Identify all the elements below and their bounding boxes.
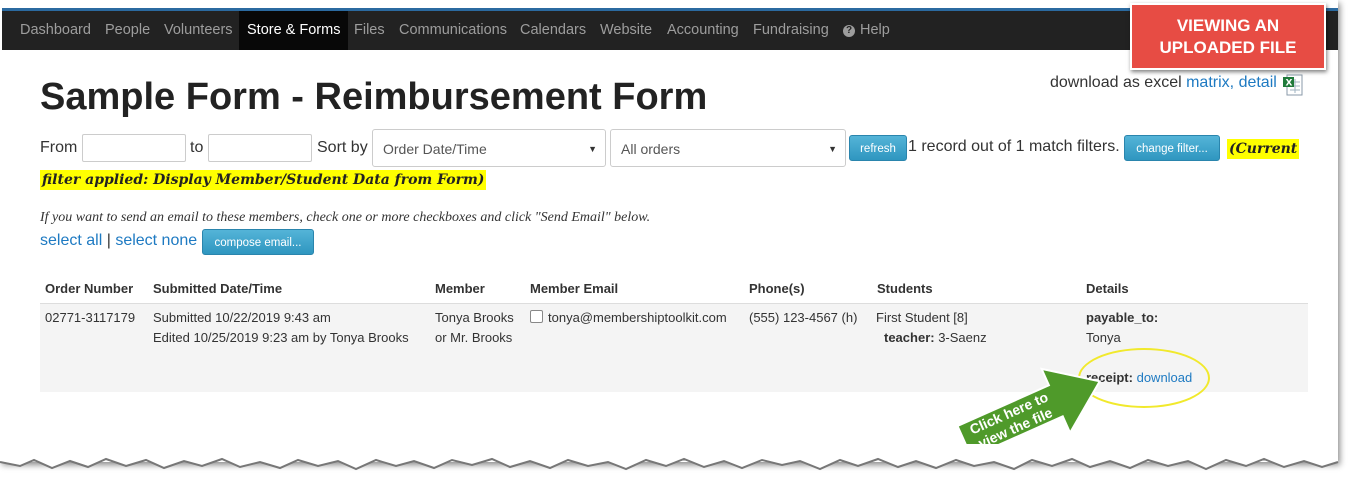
link-separator: | xyxy=(106,232,111,249)
nav-communications[interactable]: Communications xyxy=(399,11,507,50)
nav-fundraising[interactable]: Fundraising xyxy=(753,11,829,50)
col-header-order-number[interactable]: Order Number xyxy=(45,281,133,296)
payable-to-value: Tonya xyxy=(1086,330,1121,345)
select-links: select all | select none xyxy=(40,232,197,250)
teacher-info: teacher: 3-Saenz xyxy=(884,328,987,348)
callout-line2: UPLOADED FILE xyxy=(1159,38,1297,57)
edited-datetime: Edited 10/25/2019 9:23 am by Tonya Brook… xyxy=(153,330,409,345)
student-name: First Student [8] xyxy=(876,310,968,325)
to-label: to xyxy=(190,139,204,156)
nav-help-label: Help xyxy=(860,22,890,38)
chevron-down-icon: ▼ xyxy=(588,144,597,154)
excel-detail-link[interactable]: detail xyxy=(1239,74,1277,91)
col-header-submitted[interactable]: Submitted Date/Time xyxy=(153,281,282,296)
col-header-students[interactable]: Students xyxy=(877,281,933,296)
page-title: Sample Form - Reimbursement Form xyxy=(40,76,708,118)
teacher-label: teacher: xyxy=(884,330,935,345)
viewing-callout: VIEWING AN UPLOADED FILE xyxy=(1130,3,1326,70)
excel-icon[interactable]: X xyxy=(1283,74,1303,96)
member-name-link[interactable]: Tonya Brooks xyxy=(435,308,514,328)
refresh-button[interactable]: refresh xyxy=(849,135,907,161)
phone: (555) 123-4567 (h) xyxy=(749,310,858,325)
filter-applied-note-start: (Current xyxy=(1227,139,1300,159)
nav-files[interactable]: Files xyxy=(354,11,385,50)
email-instructions: If you want to send an email to these me… xyxy=(40,210,651,225)
callout-line1: VIEWING AN xyxy=(1176,16,1280,35)
nav-dashboard[interactable]: Dashboard xyxy=(20,11,91,50)
torn-edge xyxy=(0,444,1339,471)
col-header-phones[interactable]: Phone(s) xyxy=(749,281,805,296)
excel-comma: , xyxy=(1229,74,1235,91)
nav-calendars[interactable]: Calendars xyxy=(520,11,586,50)
download-excel-label: download as excel xyxy=(1050,74,1182,91)
orders-select[interactable]: All orders ▼ xyxy=(610,129,846,167)
nav-people[interactable]: People xyxy=(105,11,150,50)
change-filter-button[interactable]: change filter... xyxy=(1124,135,1220,161)
member-alt-name: or Mr. Brooks xyxy=(435,330,513,345)
sort-by-select[interactable]: Order Date/Time ▼ xyxy=(372,129,606,167)
from-date-input[interactable] xyxy=(82,134,186,162)
payable-to-label: payable_to: xyxy=(1086,310,1159,325)
excel-matrix-link[interactable]: matrix xyxy=(1186,74,1230,91)
orders-value: All orders xyxy=(621,141,681,157)
compose-email-button[interactable]: compose email... xyxy=(202,229,314,255)
svg-text:X: X xyxy=(1286,79,1293,89)
select-none-link[interactable]: select none xyxy=(115,232,197,249)
member-email-cell: tonya@membershiptoolkit.com xyxy=(530,308,727,328)
nav-store-forms[interactable]: Store & Forms xyxy=(239,11,349,50)
order-number-link[interactable]: 02771-3117179 xyxy=(45,308,135,328)
nav-accounting[interactable]: Accounting xyxy=(667,11,739,50)
to-date-input[interactable] xyxy=(208,134,312,162)
select-all-link[interactable]: select all xyxy=(40,232,102,249)
nav-help[interactable]: ? Help xyxy=(843,11,890,50)
sort-by-value: Order Date/Time xyxy=(383,141,487,157)
submitted-datetime: Submitted 10/22/2019 9:43 am xyxy=(153,310,331,325)
member-email: tonya@membershiptoolkit.com xyxy=(548,310,727,325)
chevron-down-icon: ▼ xyxy=(828,144,837,154)
question-circle-icon: ? xyxy=(843,25,855,37)
from-label: From xyxy=(40,139,78,156)
records-count: 1 record out of 1 match filters. xyxy=(908,138,1120,155)
teacher-value: 3-Saenz xyxy=(938,330,987,345)
member-select-checkbox[interactable] xyxy=(530,310,543,323)
col-header-member[interactable]: Member xyxy=(435,281,485,296)
filter-applied-note: filter applied: Display Member/Student D… xyxy=(40,170,487,190)
nav-volunteers[interactable]: Volunteers xyxy=(164,11,233,50)
sort-by-label: Sort by xyxy=(317,139,368,156)
col-header-member-email[interactable]: Member Email xyxy=(530,281,618,296)
download-excel-links: download as excel matrix, detail xyxy=(1050,74,1277,92)
col-header-details[interactable]: Details xyxy=(1086,281,1129,296)
nav-website[interactable]: Website xyxy=(600,11,652,50)
